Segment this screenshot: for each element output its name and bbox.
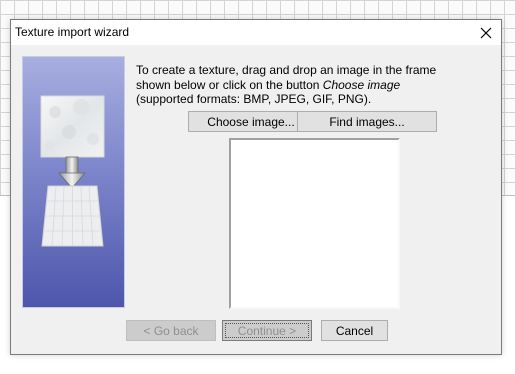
image-drop-frame[interactable] — [229, 138, 400, 309]
texture-import-dialog: Texture import wizard To create a textur… — [10, 19, 502, 355]
continue-button[interactable]: Continue > — [222, 320, 312, 341]
title-bar[interactable]: Texture import wizard — [11, 20, 501, 45]
down-arrow-icon — [58, 156, 86, 189]
choose-image-button[interactable]: Choose image... — [188, 111, 314, 132]
go-back-button[interactable]: < Go back — [126, 320, 216, 341]
instruction-line-1: To create a texture, drag and drop an im… — [136, 63, 437, 77]
cancel-button[interactable]: Cancel — [321, 320, 388, 341]
instruction-line-2-prefix: shown below or click on the button — [136, 77, 323, 92]
instruction-line-2-emphasis: Choose image — [322, 77, 401, 92]
close-button[interactable] — [471, 20, 501, 45]
source-texture-square — [40, 95, 105, 158]
find-images-button[interactable]: Find images... — [297, 111, 437, 132]
focus-ring — [225, 323, 309, 338]
instruction-text: To create a texture, drag and drop an im… — [136, 63, 491, 107]
texture-illustration — [40, 95, 105, 247]
instruction-line-3: (supported formats: BMP, JPEG, GIF, PNG)… — [136, 92, 372, 106]
mapped-texture-trapezoid — [41, 185, 104, 247]
close-icon — [480, 27, 492, 38]
instruction-line-2: shown below or click on the button Choos… — [136, 78, 491, 93]
wizard-side-panel — [22, 56, 125, 308]
window-title: Texture import wizard — [15, 25, 130, 39]
